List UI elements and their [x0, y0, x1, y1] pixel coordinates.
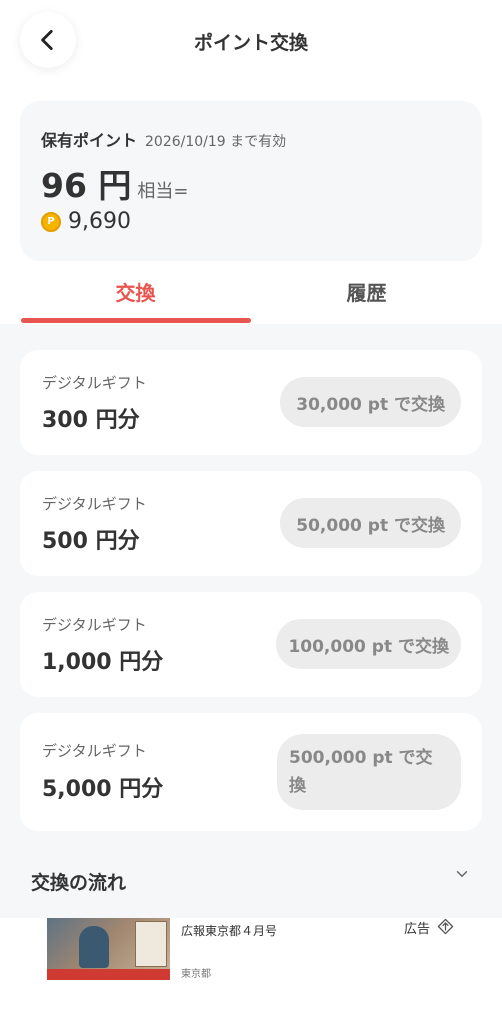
gift-type-label: デジタルギフト — [42, 616, 147, 634]
page-title: ポイント交換 — [193, 32, 308, 54]
points-label-row: 保有ポイント 2026/10/19 まで有効 — [41, 127, 286, 151]
exchange-button-1000[interactable]: 100,000 pt で交換 — [276, 619, 461, 669]
tab-history[interactable]: 履歴 — [241, 268, 492, 324]
yen-value: 96 円 — [41, 166, 132, 205]
yen-equivalent-label: 相当= — [137, 181, 189, 202]
gift-card-300: デジタルギフト 300 円分 30,000 pt で交換 — [20, 350, 482, 455]
gift-card-500: デジタルギフト 500 円分 50,000 pt で交換 — [20, 471, 482, 576]
ad-title[interactable]: 広報東京都４月号 — [181, 922, 277, 939]
gift-card-5000: デジタルギフト 5,000 円分 500,000 pt で交換 — [20, 713, 482, 831]
exchange-button-5000[interactable]: 500,000 pt で交換 — [277, 734, 461, 810]
yen-value-row: 96 円 相当= — [41, 159, 189, 207]
gift-amount: 5,000 円分 — [42, 777, 164, 802]
tab-bar: 交換 履歴 — [0, 268, 502, 324]
header: ポイント交換 — [0, 0, 502, 84]
ad-illustration — [79, 926, 109, 968]
exchange-button-300[interactable]: 30,000 pt で交換 — [280, 377, 461, 427]
gift-type-label: デジタルギフト — [42, 495, 147, 513]
points-label: 保有ポイント — [41, 131, 138, 150]
points-summary-card: 保有ポイント 2026/10/19 まで有効 96 円 相当= P 9,690 — [20, 101, 482, 261]
ad-red-band — [47, 969, 170, 980]
ad-label: 広告 — [404, 922, 431, 937]
tab-exchange[interactable]: 交換 — [10, 268, 261, 324]
point-coin-icon: P — [41, 211, 61, 232]
gift-type-label: デジタルギフト — [42, 374, 147, 392]
ad-magazine-cover-panel — [135, 921, 167, 967]
chevron-down-icon[interactable] — [453, 865, 471, 883]
exchange-flow-title[interactable]: 交換の流れ — [31, 868, 126, 895]
points-expiry: 2026/10/19 まで有効 — [145, 134, 287, 150]
gift-amount: 300 円分 — [42, 408, 140, 433]
gift-amount: 1,000 円分 — [42, 650, 164, 675]
ad-source: 東京都 — [181, 969, 211, 980]
ad-banner[interactable]: 広報東京都４月号 東京都 広告 — [0, 918, 502, 1024]
exchange-button-500[interactable]: 50,000 pt で交換 — [280, 498, 461, 548]
gift-amount: 500 円分 — [42, 529, 140, 554]
ad-thumbnail[interactable] — [47, 918, 170, 980]
gift-card-1000: デジタルギフト 1,000 円分 100,000 pt で交換 — [20, 592, 482, 697]
exchange-list: デジタルギフト 300 円分 30,000 pt で交換 デジタルギフト 500… — [0, 324, 502, 918]
point-balance: 9,690 — [68, 209, 131, 234]
ad-info-icon[interactable] — [437, 918, 454, 935]
gift-type-label: デジタルギフト — [42, 742, 147, 760]
active-tab-indicator — [21, 318, 251, 323]
point-balance-row: P 9,690 — [41, 209, 131, 234]
